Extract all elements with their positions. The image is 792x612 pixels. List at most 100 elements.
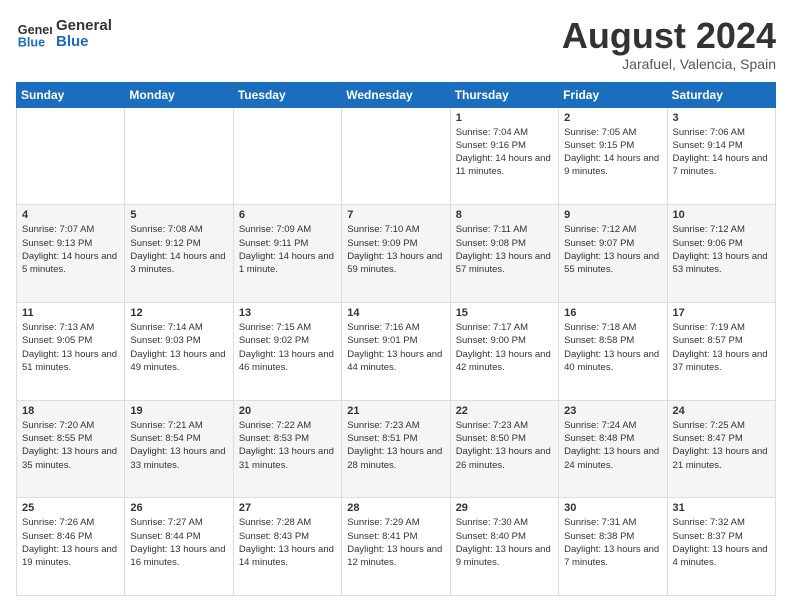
day-number: 23 (564, 405, 661, 417)
day-number: 12 (130, 307, 227, 319)
calendar-cell: 18 Sunrise: 7:20 AM Sunset: 8:55 PM Dayli… (17, 400, 125, 498)
day-number: 14 (347, 307, 444, 319)
day-number: 8 (456, 209, 553, 221)
logo-icon: General Blue (16, 16, 52, 52)
day-number: 10 (673, 209, 770, 221)
calendar-week-4: 18 Sunrise: 7:20 AM Sunset: 8:55 PM Dayli… (17, 400, 776, 498)
day-info: Sunrise: 7:05 AM Sunset: 9:15 PM Dayligh… (564, 126, 661, 179)
calendar-cell: 14Sunrise: 7:16 AM Sunset: 9:01 PM Dayli… (342, 302, 450, 400)
calendar-cell: 30 Sunrise: 7:31 AM Sunset: 8:38 PM Dayli… (559, 498, 667, 596)
day-number: 3 (673, 112, 770, 124)
day-number: 6 (239, 209, 336, 221)
day-info: Sunrise: 7:30 AM Sunset: 8:40 PM Dayligh… (456, 516, 553, 569)
calendar-cell: 27 Sunrise: 7:28 AM Sunset: 8:43 PM Dayli… (233, 498, 341, 596)
logo-line1: General (56, 18, 112, 35)
day-info: Sunrise: 7:25 AM Sunset: 8:47 PM Dayligh… (673, 419, 770, 472)
day-number: 4 (22, 209, 119, 221)
day-number: 13 (239, 307, 336, 319)
day-info: Sunrise: 7:21 AM Sunset: 8:54 PM Dayligh… (130, 419, 227, 472)
day-info: Sunrise: 7:12 AM Sunset: 9:07 PM Dayligh… (564, 223, 661, 276)
day-header-tuesday: Tuesday (233, 82, 341, 107)
day-header-monday: Monday (125, 82, 233, 107)
day-info: Sunrise: 7:17 AM Sunset: 9:00 PM Dayligh… (456, 321, 553, 374)
day-number: 26 (130, 502, 227, 514)
day-info: Sunrise: 7:09 AM Sunset: 9:11 PM Dayligh… (239, 223, 336, 276)
calendar-cell: 29 Sunrise: 7:30 AM Sunset: 8:40 PM Dayli… (450, 498, 558, 596)
calendar-cell: 4Sunrise: 7:07 AM Sunset: 9:13 PM Daylig… (17, 205, 125, 303)
header: General Blue General Blue August 2024 Ja… (16, 16, 776, 72)
calendar-week-3: 11 Sunrise: 7:13 AM Sunset: 9:05 PM Dayli… (17, 302, 776, 400)
day-info: Sunrise: 7:26 AM Sunset: 8:46 PM Dayligh… (22, 516, 119, 569)
day-number: 5 (130, 209, 227, 221)
day-info: Sunrise: 7:32 AM Sunset: 8:37 PM Dayligh… (673, 516, 770, 569)
day-number: 27 (239, 502, 336, 514)
calendar-cell: 9Sunrise: 7:12 AM Sunset: 9:07 PM Daylig… (559, 205, 667, 303)
calendar-cell: 23 Sunrise: 7:24 AM Sunset: 8:48 PM Dayli… (559, 400, 667, 498)
calendar-cell: 10 Sunrise: 7:12 AM Sunset: 9:06 PM Dayli… (667, 205, 775, 303)
day-number: 18 (22, 405, 119, 417)
calendar-cell (233, 107, 341, 205)
day-header-saturday: Saturday (667, 82, 775, 107)
day-number: 30 (564, 502, 661, 514)
calendar-body: 1 Sunrise: 7:04 AM Sunset: 9:16 PM Daylig… (17, 107, 776, 595)
calendar-cell: 22 Sunrise: 7:23 AM Sunset: 8:50 PM Dayli… (450, 400, 558, 498)
day-info: Sunrise: 7:08 AM Sunset: 9:12 PM Dayligh… (130, 223, 227, 276)
day-info: Sunrise: 7:19 AM Sunset: 8:57 PM Dayligh… (673, 321, 770, 374)
calendar-cell: 31 Sunrise: 7:32 AM Sunset: 8:37 PM Dayli… (667, 498, 775, 596)
calendar-cell: 15 Sunrise: 7:17 AM Sunset: 9:00 PM Dayli… (450, 302, 558, 400)
day-header-thursday: Thursday (450, 82, 558, 107)
day-info: Sunrise: 7:24 AM Sunset: 8:48 PM Dayligh… (564, 419, 661, 472)
calendar-cell: 1 Sunrise: 7:04 AM Sunset: 9:16 PM Daylig… (450, 107, 558, 205)
day-info: Sunrise: 7:27 AM Sunset: 8:44 PM Dayligh… (130, 516, 227, 569)
day-info: Sunrise: 7:20 AM Sunset: 8:55 PM Dayligh… (22, 419, 119, 472)
calendar: SundayMondayTuesdayWednesdayThursdayFrid… (16, 82, 776, 596)
calendar-cell: 17Sunrise: 7:19 AM Sunset: 8:57 PM Dayli… (667, 302, 775, 400)
main-title: August 2024 (562, 16, 776, 56)
calendar-cell: 7Sunrise: 7:10 AM Sunset: 9:09 PM Daylig… (342, 205, 450, 303)
day-number: 2 (564, 112, 661, 124)
day-info: Sunrise: 7:10 AM Sunset: 9:09 PM Dayligh… (347, 223, 444, 276)
logo: General Blue General Blue (16, 16, 112, 52)
calendar-week-1: 1 Sunrise: 7:04 AM Sunset: 9:16 PM Daylig… (17, 107, 776, 205)
day-info: Sunrise: 7:28 AM Sunset: 8:43 PM Dayligh… (239, 516, 336, 569)
day-info: Sunrise: 7:31 AM Sunset: 8:38 PM Dayligh… (564, 516, 661, 569)
title-block: August 2024 Jarafuel, Valencia, Spain (562, 16, 776, 72)
calendar-cell: 28Sunrise: 7:29 AM Sunset: 8:41 PM Dayli… (342, 498, 450, 596)
day-info: Sunrise: 7:23 AM Sunset: 8:50 PM Dayligh… (456, 419, 553, 472)
day-number: 15 (456, 307, 553, 319)
calendar-header-row: SundayMondayTuesdayWednesdayThursdayFrid… (17, 82, 776, 107)
day-info: Sunrise: 7:29 AM Sunset: 8:41 PM Dayligh… (347, 516, 444, 569)
day-info: Sunrise: 7:14 AM Sunset: 9:03 PM Dayligh… (130, 321, 227, 374)
page: General Blue General Blue August 2024 Ja… (0, 0, 792, 612)
day-info: Sunrise: 7:15 AM Sunset: 9:02 PM Dayligh… (239, 321, 336, 374)
day-number: 20 (239, 405, 336, 417)
day-number: 21 (347, 405, 444, 417)
day-info: Sunrise: 7:13 AM Sunset: 9:05 PM Dayligh… (22, 321, 119, 374)
day-info: Sunrise: 7:22 AM Sunset: 8:53 PM Dayligh… (239, 419, 336, 472)
day-info: Sunrise: 7:04 AM Sunset: 9:16 PM Dayligh… (456, 126, 553, 179)
calendar-cell: 11 Sunrise: 7:13 AM Sunset: 9:05 PM Dayli… (17, 302, 125, 400)
day-number: 11 (22, 307, 119, 319)
calendar-cell: 8 Sunrise: 7:11 AM Sunset: 9:08 PM Daylig… (450, 205, 558, 303)
calendar-cell: 13 Sunrise: 7:15 AM Sunset: 9:02 PM Dayli… (233, 302, 341, 400)
day-info: Sunrise: 7:11 AM Sunset: 9:08 PM Dayligh… (456, 223, 553, 276)
calendar-cell: 26 Sunrise: 7:27 AM Sunset: 8:44 PM Dayli… (125, 498, 233, 596)
calendar-cell: 20 Sunrise: 7:22 AM Sunset: 8:53 PM Dayli… (233, 400, 341, 498)
calendar-week-5: 25Sunrise: 7:26 AM Sunset: 8:46 PM Dayli… (17, 498, 776, 596)
day-header-sunday: Sunday (17, 82, 125, 107)
calendar-cell: 16 Sunrise: 7:18 AM Sunset: 8:58 PM Dayli… (559, 302, 667, 400)
day-number: 1 (456, 112, 553, 124)
day-number: 31 (673, 502, 770, 514)
day-number: 24 (673, 405, 770, 417)
day-number: 29 (456, 502, 553, 514)
calendar-cell: 2 Sunrise: 7:05 AM Sunset: 9:15 PM Daylig… (559, 107, 667, 205)
day-number: 22 (456, 405, 553, 417)
calendar-cell: 6 Sunrise: 7:09 AM Sunset: 9:11 PM Daylig… (233, 205, 341, 303)
day-info: Sunrise: 7:18 AM Sunset: 8:58 PM Dayligh… (564, 321, 661, 374)
day-number: 16 (564, 307, 661, 319)
calendar-cell (342, 107, 450, 205)
day-info: Sunrise: 7:23 AM Sunset: 8:51 PM Dayligh… (347, 419, 444, 472)
calendar-cell (125, 107, 233, 205)
calendar-cell (17, 107, 125, 205)
day-info: Sunrise: 7:12 AM Sunset: 9:06 PM Dayligh… (673, 223, 770, 276)
